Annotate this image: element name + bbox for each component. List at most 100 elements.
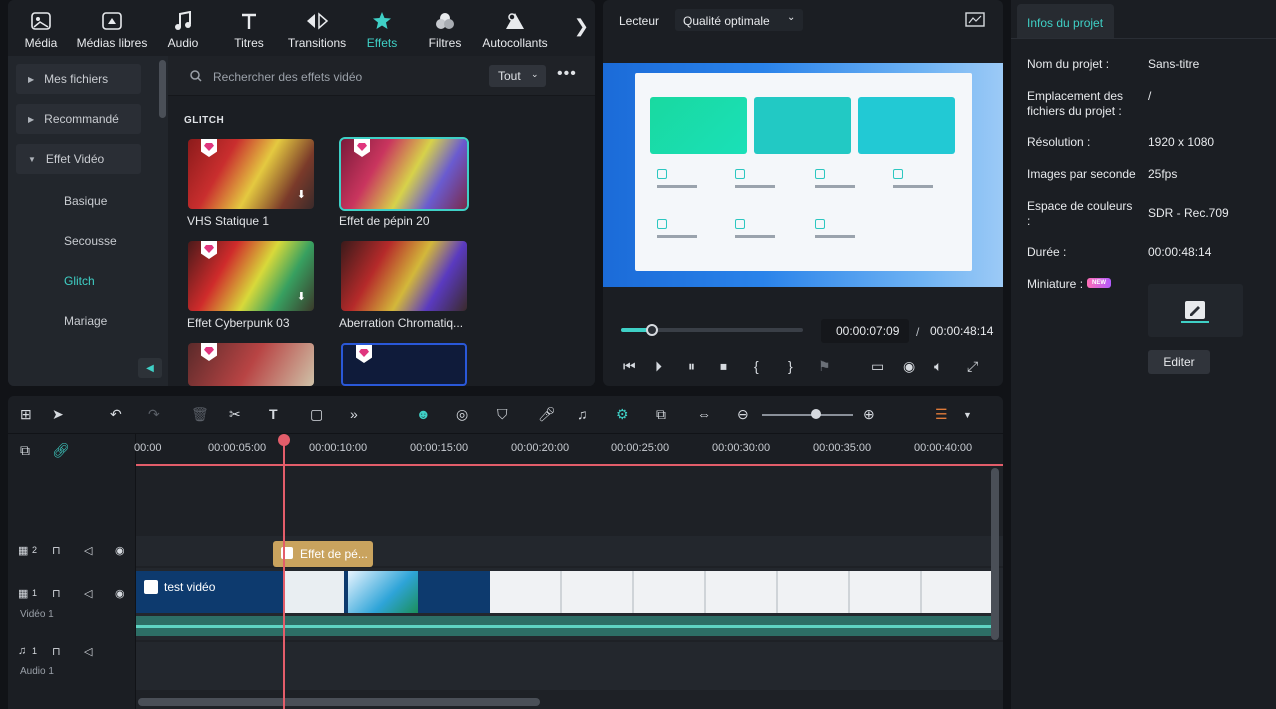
speaker-icon[interactable]: ◁ <box>84 587 92 600</box>
info-label-thumbnail: Miniature : <box>1027 277 1084 291</box>
stop-icon[interactable]: ⏹ <box>720 358 727 375</box>
marker-shield-icon[interactable]: ⛉ <box>497 406 508 423</box>
nav-video-effect[interactable]: ▼ Effet Vidéo <box>16 144 141 174</box>
timeline-ruler[interactable]: 00:00 00:00:05:00 00:00:10:00 00:00:15:0… <box>134 434 1003 466</box>
ruler-tick-label: 00:00:30:00 <box>712 442 771 454</box>
divider <box>1011 38 1276 39</box>
filter-dropdown[interactable]: Tout ⌄ <box>489 65 546 87</box>
transitions-icon <box>305 10 329 32</box>
mark-out-icon[interactable]: } <box>788 358 793 374</box>
more-options-button[interactable]: ••• <box>557 65 577 83</box>
playhead-handle[interactable] <box>278 434 290 446</box>
nav-subitem-glitch[interactable]: Glitch <box>64 274 95 288</box>
video-preview[interactable] <box>603 63 1003 287</box>
download-icon[interactable]: ⬇ <box>297 188 306 201</box>
search-input[interactable]: Rechercher des effets vidéo <box>213 70 362 84</box>
speaker-icon[interactable]: ◁ <box>84 544 92 557</box>
link-icon[interactable]: 🔗︎ <box>52 442 70 459</box>
tab-media[interactable]: Média <box>8 0 74 56</box>
tabs-next-arrow-icon[interactable]: ❯ <box>574 16 589 37</box>
more-tools-icon[interactable]: » <box>350 406 358 422</box>
music-note-icon <box>174 10 192 32</box>
zoom-slider-track[interactable] <box>762 414 853 416</box>
delete-trash-icon[interactable]: 🗑︎ <box>191 406 209 423</box>
cut-scissors-icon[interactable]: ✂ <box>229 406 241 423</box>
effect-thumbnail[interactable]: ⬇ <box>188 241 314 311</box>
collapse-nav-button[interactable]: ◀ <box>138 358 162 378</box>
ruler-tick-label: 00:00:35:00 <box>813 442 872 454</box>
tab-project-info[interactable]: Infos du projet <box>1017 4 1114 38</box>
marker-icon[interactable]: ⚑ <box>818 358 831 375</box>
video-track-icon: ▦ <box>18 588 29 600</box>
add-track-icon[interactable]: ⧉ <box>20 442 30 459</box>
nav-recommended[interactable]: ▶ Recommandé <box>16 104 141 134</box>
playhead-line[interactable] <box>283 436 285 709</box>
preview-feature <box>815 219 875 247</box>
redo-icon[interactable]: ↷ <box>148 406 160 423</box>
tab-titles[interactable]: Titres <box>216 0 282 56</box>
ai-robot-icon[interactable]: ☻ <box>416 406 431 422</box>
fit-timeline-icon[interactable]: ⇔ <box>697 406 711 422</box>
effect-thumbnail[interactable] <box>341 241 467 311</box>
eye-icon[interactable]: ◉ <box>115 587 125 600</box>
download-icon[interactable]: ⬇ <box>297 290 306 303</box>
lock-icon[interactable]: ⊓ <box>52 544 61 557</box>
nav-subitem-wedding[interactable]: Mariage <box>64 314 107 328</box>
pip-icon[interactable]: ⧉ <box>656 406 666 423</box>
effect-thumbnail[interactable]: ⬇ <box>188 139 314 209</box>
tab-audio[interactable]: Audio <box>150 0 216 56</box>
zoom-out-icon[interactable]: ⊖ <box>737 406 749 423</box>
edit-thumbnail-button[interactable]: Editer <box>1148 350 1210 374</box>
pause-icon[interactable]: ⏸ <box>688 358 695 375</box>
undo-icon[interactable]: ↶ <box>110 406 122 423</box>
zoom-slider-knob[interactable] <box>811 409 821 419</box>
audio-mixer-icon[interactable]: ♫ <box>577 406 588 422</box>
snap-magnet-icon[interactable]: ⚙ <box>616 406 629 423</box>
fullscreen-icon[interactable]: ⤢ <box>967 358 978 375</box>
tab-effects[interactable]: Effets <box>352 0 412 56</box>
nav-my-files[interactable]: ▶ Mes fichiers <box>16 64 141 94</box>
render-preview-icon[interactable]: ◎ <box>456 406 468 423</box>
effects-search-bar: Rechercher des effets vidéo Tout ⌄ ••• <box>168 56 595 96</box>
thumbnail-preview[interactable] <box>1148 284 1243 337</box>
effect-thumbnail-selected[interactable] <box>339 137 469 211</box>
effect-clip[interactable]: Effet de pé... <box>273 541 373 567</box>
stickers-icon <box>505 10 525 32</box>
timeline-vertical-scrollbar[interactable] <box>991 468 999 640</box>
crop-icon[interactable]: ▢ <box>310 406 323 423</box>
select-cursor-icon[interactable]: ➤ <box>52 406 64 423</box>
tab-transitions[interactable]: Transitions <box>282 0 352 56</box>
volume-icon[interactable]: 🔈︎ <box>934 358 942 375</box>
effect-thumbnail[interactable] <box>341 343 467 386</box>
video-clip[interactable]: test vidéo <box>136 571 991 613</box>
chevron-down-icon[interactable]: ▼ <box>963 410 972 420</box>
monitor-settings-icon[interactable] <box>965 12 985 28</box>
nav-scrollbar[interactable] <box>159 60 166 118</box>
timeline-horizontal-scrollbar[interactable] <box>138 698 540 706</box>
text-tool-icon[interactable]: T <box>269 406 278 422</box>
microphone-icon[interactable]: 🎤︎ <box>538 406 556 423</box>
player-panel: Lecteur Qualité optimale ⌄ 00:00:07:09 / … <box>603 0 1003 386</box>
play-icon[interactable]: ⏵ <box>655 358 662 375</box>
speaker-icon[interactable]: ◁ <box>84 645 92 658</box>
zoom-in-icon[interactable]: ⊕ <box>863 406 875 423</box>
nav-subitem-basic[interactable]: Basique <box>64 194 107 208</box>
lock-icon[interactable]: ⊓ <box>52 587 61 600</box>
tab-stock-media[interactable]: Médias libres <box>74 0 150 56</box>
nav-subitem-shake[interactable]: Secousse <box>64 234 117 248</box>
eye-icon[interactable]: ◉ <box>115 544 125 557</box>
playback-progress-knob[interactable] <box>646 324 658 336</box>
snapshot-camera-icon[interactable]: ◉ <box>903 358 915 375</box>
tab-stickers[interactable]: Autocollants <box>478 0 552 56</box>
previous-frame-icon[interactable]: ⏮ <box>623 358 636 375</box>
display-icon[interactable]: ▭ <box>871 358 884 375</box>
premium-gem-icon <box>354 139 370 157</box>
mark-in-icon[interactable]: { <box>754 358 759 374</box>
quality-dropdown[interactable]: Qualité optimale ⌄ <box>675 9 803 31</box>
layout-grid-icon[interactable]: ⊞ <box>20 406 32 423</box>
current-time-field[interactable]: 00:00:07:09 <box>821 319 909 343</box>
tab-filters[interactable]: Filtres <box>412 0 478 56</box>
effect-thumbnail[interactable] <box>188 343 314 386</box>
lock-icon[interactable]: ⊓ <box>52 645 61 658</box>
layout-bars-icon[interactable]: ☰ <box>935 406 948 423</box>
